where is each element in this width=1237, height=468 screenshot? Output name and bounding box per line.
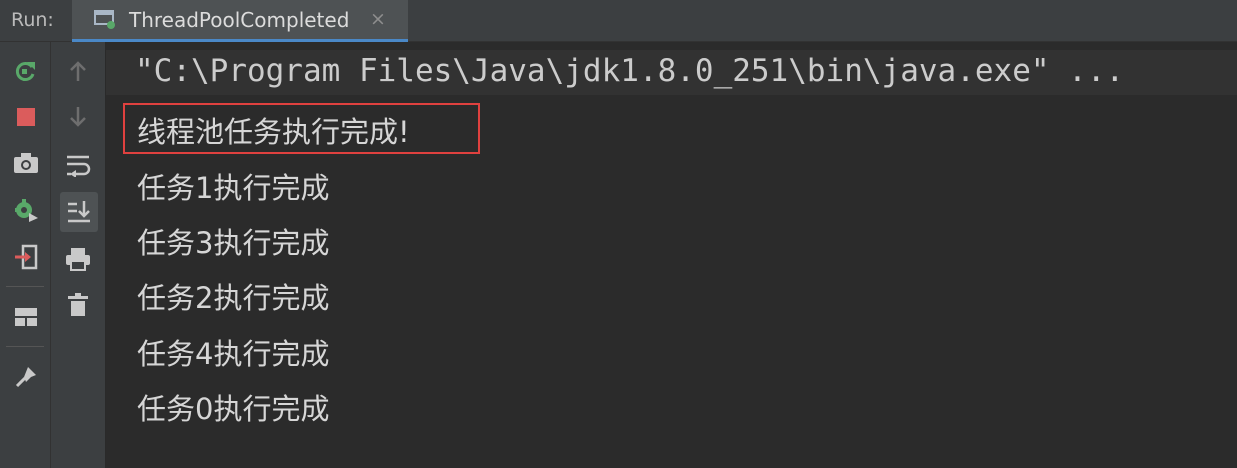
tab-title: ThreadPoolCompleted xyxy=(129,8,350,32)
up-arrow-icon[interactable] xyxy=(60,53,96,89)
console-line: 任务0执行完成 xyxy=(137,392,330,426)
run-toolbar-secondary xyxy=(51,42,106,468)
console-line: 任务1执行完成 xyxy=(137,171,330,205)
tab-thread-pool-completed[interactable]: ThreadPoolCompleted × xyxy=(72,0,408,42)
scroll-to-end-icon[interactable] xyxy=(60,192,98,232)
debug-settings-icon[interactable] xyxy=(8,192,44,228)
stop-icon[interactable] xyxy=(8,99,44,135)
command-line-row: "C:\Program Files\Java\jdk1.8.0_251\bin\… xyxy=(106,50,1237,95)
trash-icon[interactable] xyxy=(60,287,96,323)
close-icon[interactable]: × xyxy=(370,8,386,30)
command-line: "C:\Program Files\Java\jdk1.8.0_251\bin\… xyxy=(135,53,1125,89)
divider xyxy=(6,286,44,287)
run-config-icon xyxy=(94,10,116,29)
down-arrow-icon[interactable] xyxy=(60,99,96,135)
divider xyxy=(6,346,44,347)
soft-wrap-icon[interactable] xyxy=(60,147,96,183)
console-line: 任务2执行完成 xyxy=(137,281,330,315)
rerun-icon[interactable] xyxy=(8,53,44,89)
pin-icon[interactable] xyxy=(8,359,44,395)
print-icon[interactable] xyxy=(60,241,96,277)
layout-icon[interactable] xyxy=(8,299,44,335)
run-label: Run: xyxy=(11,9,54,31)
run-toolwindow-header: Run: ThreadPoolCompleted × xyxy=(0,0,1237,42)
camera-icon[interactable] xyxy=(8,145,44,181)
console-line: 任务3执行完成 xyxy=(137,226,330,260)
console-line: 任务4执行完成 xyxy=(137,337,330,371)
exit-icon[interactable] xyxy=(8,239,44,275)
console-line: 线程池任务执行完成! xyxy=(137,115,410,149)
run-toolbar-primary xyxy=(0,42,51,468)
console-output[interactable]: "C:\Program Files\Java\jdk1.8.0_251\bin\… xyxy=(106,42,1237,468)
